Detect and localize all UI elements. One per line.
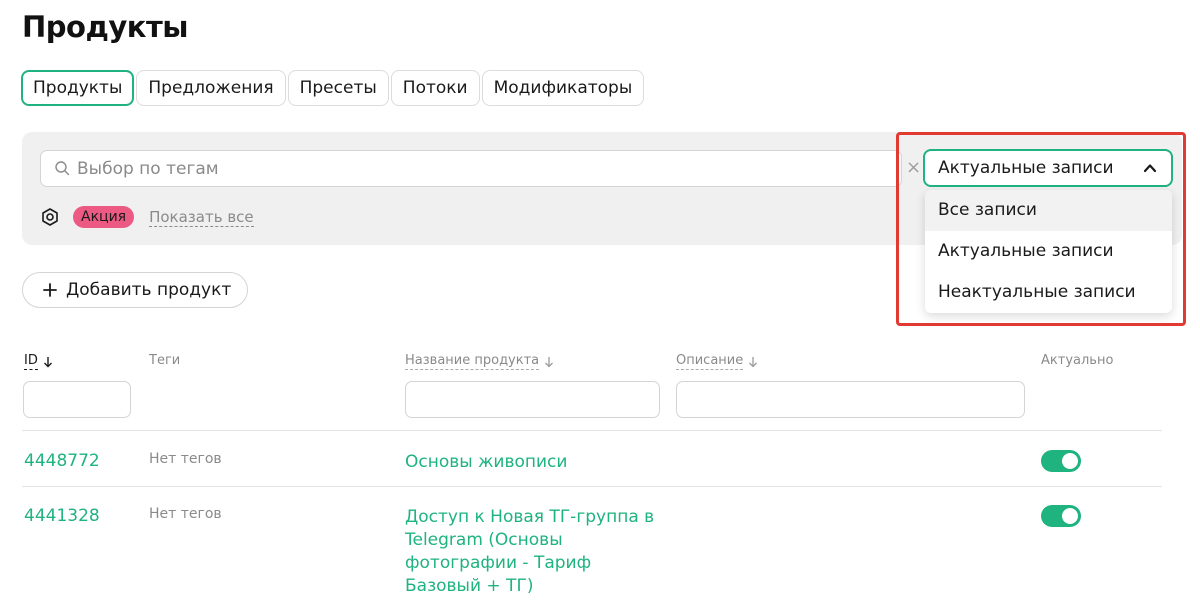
clear-icon[interactable]: × [906,158,921,178]
sort-arrow-icon [43,356,52,367]
description-filter-input[interactable] [676,381,1025,418]
show-all-link[interactable]: Показать все [149,208,254,227]
row-tags: Нет тегов [149,506,222,522]
column-header-name-label: Название продукта [405,353,540,370]
id-filter-input[interactable] [23,381,131,418]
row-name-link[interactable]: Основы живописи [405,451,665,474]
dropdown-option-all[interactable]: Все записи [925,190,1172,231]
add-product-label: Добавить продукт [66,280,232,300]
active-toggle[interactable] [1041,505,1081,527]
tab-presets[interactable]: Пресеты [287,70,389,106]
tag-badge-promo[interactable]: Акция [73,206,135,228]
row-id-link[interactable]: 4441328 [24,506,100,526]
row-divider [22,486,1162,487]
tag-search-box[interactable] [40,150,902,187]
settings-icon[interactable] [40,207,60,227]
row-divider [22,430,1162,431]
active-toggle[interactable] [1041,450,1081,472]
row-tags: Нет тегов [149,451,222,467]
status-dropdown: Все записи Актуальные записи Неактуальны… [925,190,1172,313]
tab-offers[interactable]: Предложения [136,70,286,106]
column-header-name[interactable]: Название продукта [405,353,554,370]
tab-streams[interactable]: Потоки [390,70,480,106]
column-header-tags: Теги [149,353,180,369]
column-header-description[interactable]: Описание [676,353,758,370]
column-header-id-label: ID [24,353,38,370]
column-header-id[interactable]: ID [24,353,53,370]
toggle-knob [1062,508,1078,524]
column-header-description-label: Описание [676,353,744,370]
search-icon [55,161,70,176]
name-filter-input[interactable] [405,381,660,418]
column-header-tags-label: Теги [149,353,181,368]
page-title: Продукты [22,10,189,44]
row-id-link[interactable]: 4448772 [24,451,100,471]
toggle-knob [1062,453,1078,469]
chevron-up-icon [1143,164,1157,173]
tag-row: Акция Показать все [40,206,254,228]
tab-modifiers[interactable]: Модификаторы [481,70,645,106]
dropdown-option-inactual[interactable]: Неактуальные записи [925,272,1172,313]
dropdown-option-actual[interactable]: Актуальные записи [925,231,1172,272]
tag-search-input[interactable] [77,151,897,186]
plus-icon [43,283,57,297]
column-header-active-label: Актуально [1041,353,1114,368]
tab-bar: Продукты Предложения Пресеты Потоки Моди… [21,70,645,106]
add-product-button[interactable]: Добавить продукт [22,272,249,308]
row-name-link[interactable]: Доступ к Новая ТГ-группа в Telegram (Осн… [405,506,665,598]
sort-arrow-icon [545,356,554,367]
sort-arrow-icon [749,356,758,367]
tab-products[interactable]: Продукты [21,70,135,106]
column-header-active: Актуально [1041,353,1113,369]
status-select-value: Актуальные записи [938,158,1114,178]
status-select[interactable]: Актуальные записи [923,149,1173,187]
